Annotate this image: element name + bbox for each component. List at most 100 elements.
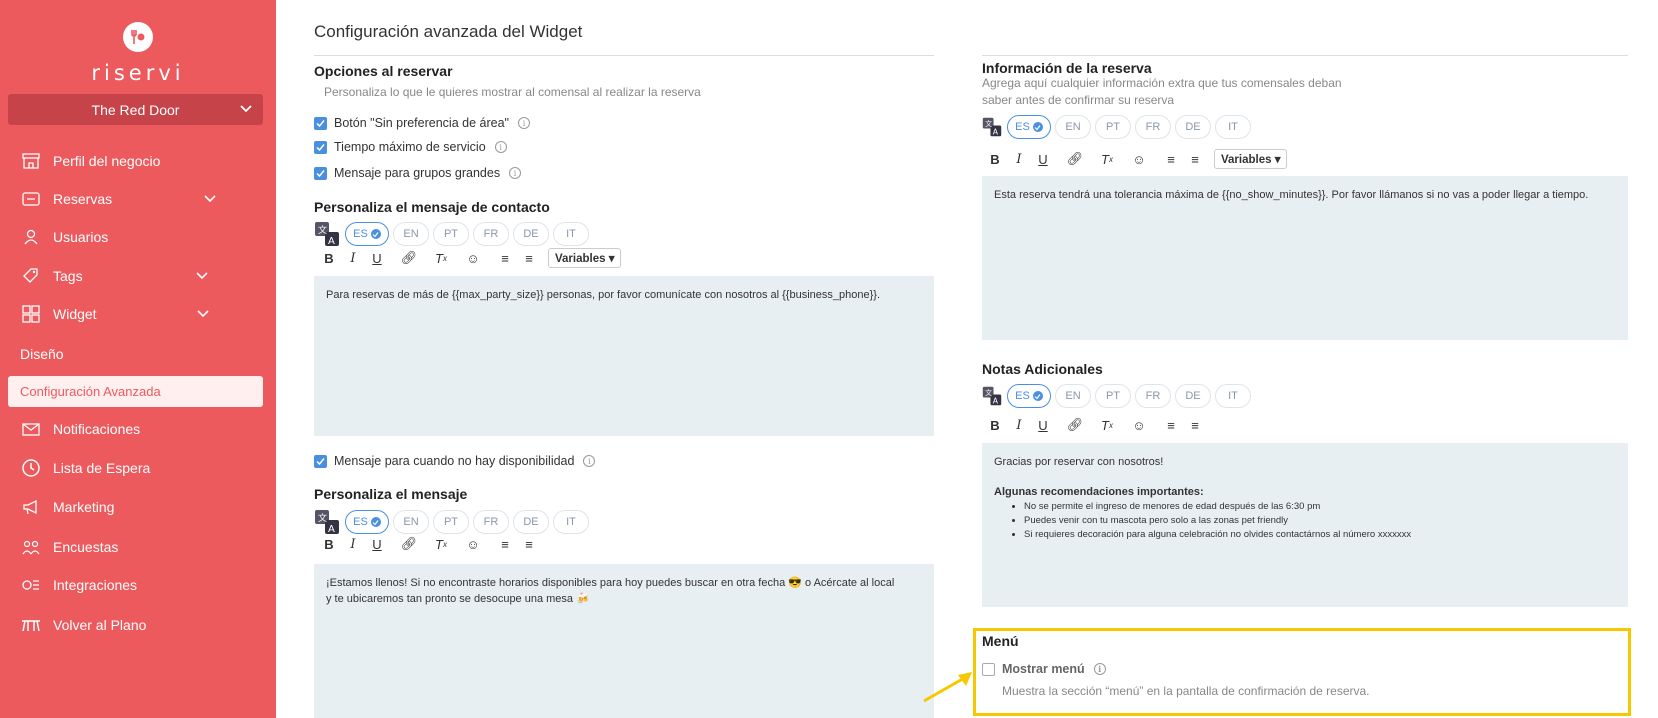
tiempo-maximo-checkbox[interactable]: Tiempo máximo de servicio i [314, 140, 507, 154]
lang-tab-pt[interactable]: PT [1095, 384, 1131, 408]
lang-tab-de[interactable]: DE [513, 510, 549, 534]
emoji-icon[interactable]: ☺ [462, 537, 484, 552]
lang-tab-es[interactable]: ES [345, 222, 389, 246]
bullet-list-icon[interactable]: ≡ [518, 251, 540, 266]
info-icon[interactable]: i [509, 167, 522, 179]
lang-tab-es[interactable]: ES [345, 510, 389, 534]
lang-tab-fr[interactable]: FR [1135, 384, 1171, 408]
mensaje-editor[interactable]: ¡Estamos llenos! Si no encontraste horar… [314, 564, 934, 718]
sidebar-item-widget[interactable]: Widget [20, 301, 220, 327]
svg-text:文: 文 [985, 119, 992, 128]
tag-icon [20, 265, 42, 287]
link-icon[interactable]: 🔗︎ [1064, 417, 1086, 433]
bold-icon[interactable]: B [318, 251, 340, 266]
bold-icon[interactable]: B [984, 418, 1006, 433]
editor-text: Gracias por reservar con nosotros! [994, 456, 1164, 468]
italic-icon[interactable]: I [342, 537, 364, 552]
sidebar-item-volver-plano[interactable]: Volver al Plano [20, 612, 146, 638]
sidebar-subitem-configuracion-avanzada[interactable]: Configuración Avanzada [8, 376, 263, 407]
clear-format-icon[interactable]: Tx [1096, 418, 1118, 433]
notas-title: Notas Adicionales [982, 361, 1103, 377]
translate-icon: 文A [982, 386, 1002, 406]
lang-tab-pt[interactable]: PT [1095, 115, 1131, 139]
lang-tab-en[interactable]: EN [1055, 384, 1091, 408]
bold-icon[interactable]: B [318, 537, 340, 552]
language-tabs: 文A ES EN PT FR DE IT [314, 509, 593, 535]
info-icon[interactable]: i [583, 455, 596, 467]
main-content: Configuración avanzada del Widget Opcion… [276, 0, 1658, 718]
sidebar-item-encuestas[interactable]: Encuestas [20, 534, 118, 560]
no-disponibilidad-checkbox[interactable]: Mensaje para cuando no hay disponibilida… [314, 454, 596, 468]
lang-tab-fr[interactable]: FR [1135, 115, 1171, 139]
editor-text: y te ubicaremos tan pronto se desocupe u… [326, 593, 590, 605]
lang-tab-pt[interactable]: PT [433, 510, 469, 534]
clear-format-icon[interactable]: Tx [1096, 152, 1118, 167]
logo: riservi [0, 22, 276, 85]
lang-tab-es[interactable]: ES [1007, 115, 1051, 139]
sidebar-item-perfil[interactable]: Perfil del negocio [20, 148, 160, 174]
lang-tab-pt[interactable]: PT [433, 222, 469, 246]
italic-icon[interactable]: I [1008, 152, 1030, 167]
ordered-list-icon[interactable]: ≡ [1160, 418, 1182, 433]
grupos-grandes-checkbox[interactable]: Mensaje para grupos grandes i [314, 166, 522, 180]
lang-tab-en[interactable]: EN [1055, 115, 1091, 139]
ordered-list-icon[interactable]: ≡ [494, 251, 516, 266]
info-icon[interactable]: i [494, 141, 507, 153]
venue-selector[interactable]: The Red Door [8, 94, 263, 125]
variables-dropdown[interactable]: Variables ▾ [1214, 149, 1288, 169]
bullet-list-icon[interactable]: ≡ [1184, 418, 1206, 433]
lang-tab-de[interactable]: DE [1175, 384, 1211, 408]
divider [314, 55, 934, 56]
ordered-list-icon[interactable]: ≡ [1160, 152, 1182, 167]
mostrar-menu-checkbox[interactable]: Mostrar menú i [982, 662, 1106, 676]
lang-tab-fr[interactable]: FR [473, 510, 509, 534]
sidebar-item-notificaciones[interactable]: Notificaciones [20, 416, 140, 442]
lang-tab-it[interactable]: IT [1215, 115, 1251, 139]
notas-editor[interactable]: Gracias por reservar con nosotros! Algun… [982, 443, 1628, 607]
emoji-icon[interactable]: ☺ [1128, 418, 1150, 433]
lang-tab-fr[interactable]: FR [473, 222, 509, 246]
lang-tab-it[interactable]: IT [1215, 384, 1251, 408]
lang-tab-es[interactable]: ES [1007, 384, 1051, 408]
sidebar-item-reservas[interactable]: Reservas [20, 186, 220, 212]
bullet-list-icon[interactable]: ≡ [1184, 152, 1206, 167]
sin-preferencia-checkbox[interactable]: Botón "Sin preferencia de área" i [314, 116, 530, 130]
lang-tab-it[interactable]: IT [553, 510, 589, 534]
emoji-icon[interactable]: ☺ [462, 251, 484, 266]
clear-format-icon[interactable]: Tx [430, 537, 452, 552]
ordered-list-icon[interactable]: ≡ [494, 537, 516, 552]
underline-icon[interactable]: U [366, 537, 388, 552]
bold-icon[interactable]: B [984, 152, 1006, 167]
sidebar-item-lista-espera[interactable]: Lista de Espera [20, 455, 150, 481]
underline-icon[interactable]: U [1032, 152, 1054, 167]
variables-dropdown[interactable]: Variables ▾ [548, 248, 622, 268]
sidebar-item-tags[interactable]: Tags [20, 263, 220, 289]
info-reserva-editor[interactable]: Esta reserva tendrá una tolerancia máxim… [982, 176, 1628, 340]
lang-tab-it[interactable]: IT [553, 222, 589, 246]
lang-tab-en[interactable]: EN [393, 510, 429, 534]
lang-tab-de[interactable]: DE [513, 222, 549, 246]
clear-format-icon[interactable]: Tx [430, 251, 452, 266]
underline-icon[interactable]: U [366, 251, 388, 266]
sidebar-item-usuarios[interactable]: Usuarios [20, 224, 108, 250]
clock-icon [20, 457, 42, 479]
underline-icon[interactable]: U [1032, 418, 1054, 433]
lang-tab-de[interactable]: DE [1175, 115, 1211, 139]
contacto-editor[interactable]: Para reservas de más de {{max_party_size… [314, 276, 934, 436]
link-icon[interactable]: 🔗︎ [1064, 151, 1086, 167]
sidebar-subitem-diseno[interactable]: Diseño [20, 346, 64, 362]
venue-name: The Red Door [91, 101, 180, 118]
megaphone-icon [20, 496, 42, 518]
info-icon[interactable]: i [1093, 663, 1106, 675]
opciones-title: Opciones al reservar [314, 63, 453, 79]
emoji-icon[interactable]: ☺ [1128, 152, 1150, 167]
sidebar-item-marketing[interactable]: Marketing [20, 494, 114, 520]
sidebar-item-integraciones[interactable]: Integraciones [20, 572, 137, 598]
info-icon[interactable]: i [517, 117, 530, 129]
link-icon[interactable]: 🔗︎ [398, 536, 420, 552]
link-icon[interactable]: 🔗︎ [398, 250, 420, 266]
italic-icon[interactable]: I [342, 251, 364, 266]
bullet-list-icon[interactable]: ≡ [518, 537, 540, 552]
lang-tab-en[interactable]: EN [393, 222, 429, 246]
italic-icon[interactable]: I [1008, 418, 1030, 433]
